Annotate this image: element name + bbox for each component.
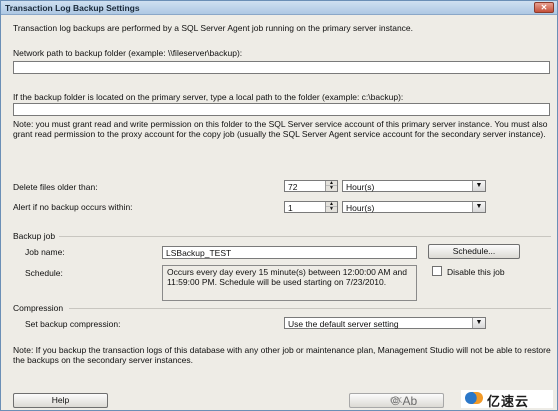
schedule-label: Schedule: xyxy=(25,268,63,278)
delete-files-unit-select[interactable]: Hour(s) ▼ xyxy=(342,180,486,192)
cloud-logo-icon xyxy=(465,392,483,404)
watermark-logo: 亿速云 xyxy=(461,390,553,409)
intro-text: Transaction log backups are performed by… xyxy=(13,23,414,33)
dialog-window: Transaction Log Backup Settings ✕ Transa… xyxy=(0,0,558,411)
section-divider xyxy=(69,308,551,309)
local-path-input[interactable] xyxy=(13,103,550,116)
spin-down-icon[interactable]: ▼ xyxy=(326,207,337,212)
stepper-buttons: ▲ ▼ xyxy=(325,202,337,212)
alert-value: 1 xyxy=(288,203,293,213)
watermark-text: © Ab xyxy=(391,394,418,408)
compression-value: Use the default server setting xyxy=(288,319,399,329)
delete-files-label: Delete files older than: xyxy=(13,182,98,192)
network-path-label: Network path to backup folder (example: … xyxy=(13,48,243,58)
alert-label: Alert if no backup occurs within: xyxy=(13,202,133,212)
schedule-description: Occurs every day every 15 minute(s) betw… xyxy=(162,265,417,301)
disable-job-checkbox[interactable] xyxy=(432,266,442,276)
local-path-label: If the backup folder is located on the p… xyxy=(13,92,404,102)
section-divider xyxy=(59,236,551,237)
disable-job-label: Disable this job xyxy=(447,267,505,277)
permission-note: Note: you must grant read and write perm… xyxy=(13,119,548,139)
help-button[interactable]: Help xyxy=(13,393,108,408)
compression-section-label: Compression xyxy=(13,303,64,313)
delete-files-stepper[interactable]: 72 ▲ ▼ xyxy=(284,180,338,192)
title-bar: Transaction Log Backup Settings ✕ xyxy=(1,1,557,15)
network-path-input[interactable] xyxy=(13,61,550,74)
job-name-input[interactable]: LSBackup_TEST xyxy=(162,246,417,259)
schedule-button[interactable]: Schedule... xyxy=(428,244,520,259)
alert-unit-select[interactable]: Hour(s) ▼ xyxy=(342,201,486,213)
job-name-label: Job name: xyxy=(25,247,65,257)
alert-stepper[interactable]: 1 ▲ ▼ xyxy=(284,201,338,213)
chevron-down-icon[interactable]: ▼ xyxy=(472,318,485,328)
chevron-down-icon[interactable]: ▼ xyxy=(472,202,485,212)
stepper-buttons: ▲ ▼ xyxy=(325,181,337,191)
close-icon[interactable]: ✕ xyxy=(534,2,554,13)
delete-files-value: 72 xyxy=(288,182,298,192)
compression-label: Set backup compression: xyxy=(25,319,121,329)
bottom-note: Note: If you backup the transaction logs… xyxy=(13,345,551,365)
compression-select[interactable]: Use the default server setting ▼ xyxy=(284,317,486,329)
chevron-down-icon[interactable]: ▼ xyxy=(472,181,485,191)
window-title: Transaction Log Backup Settings xyxy=(5,3,140,13)
backup-job-section-label: Backup job xyxy=(13,231,56,241)
delete-files-unit-value: Hour(s) xyxy=(346,182,375,192)
alert-unit-value: Hour(s) xyxy=(346,203,375,213)
spin-down-icon[interactable]: ▼ xyxy=(326,186,337,191)
logo-text: 亿速云 xyxy=(487,394,530,409)
